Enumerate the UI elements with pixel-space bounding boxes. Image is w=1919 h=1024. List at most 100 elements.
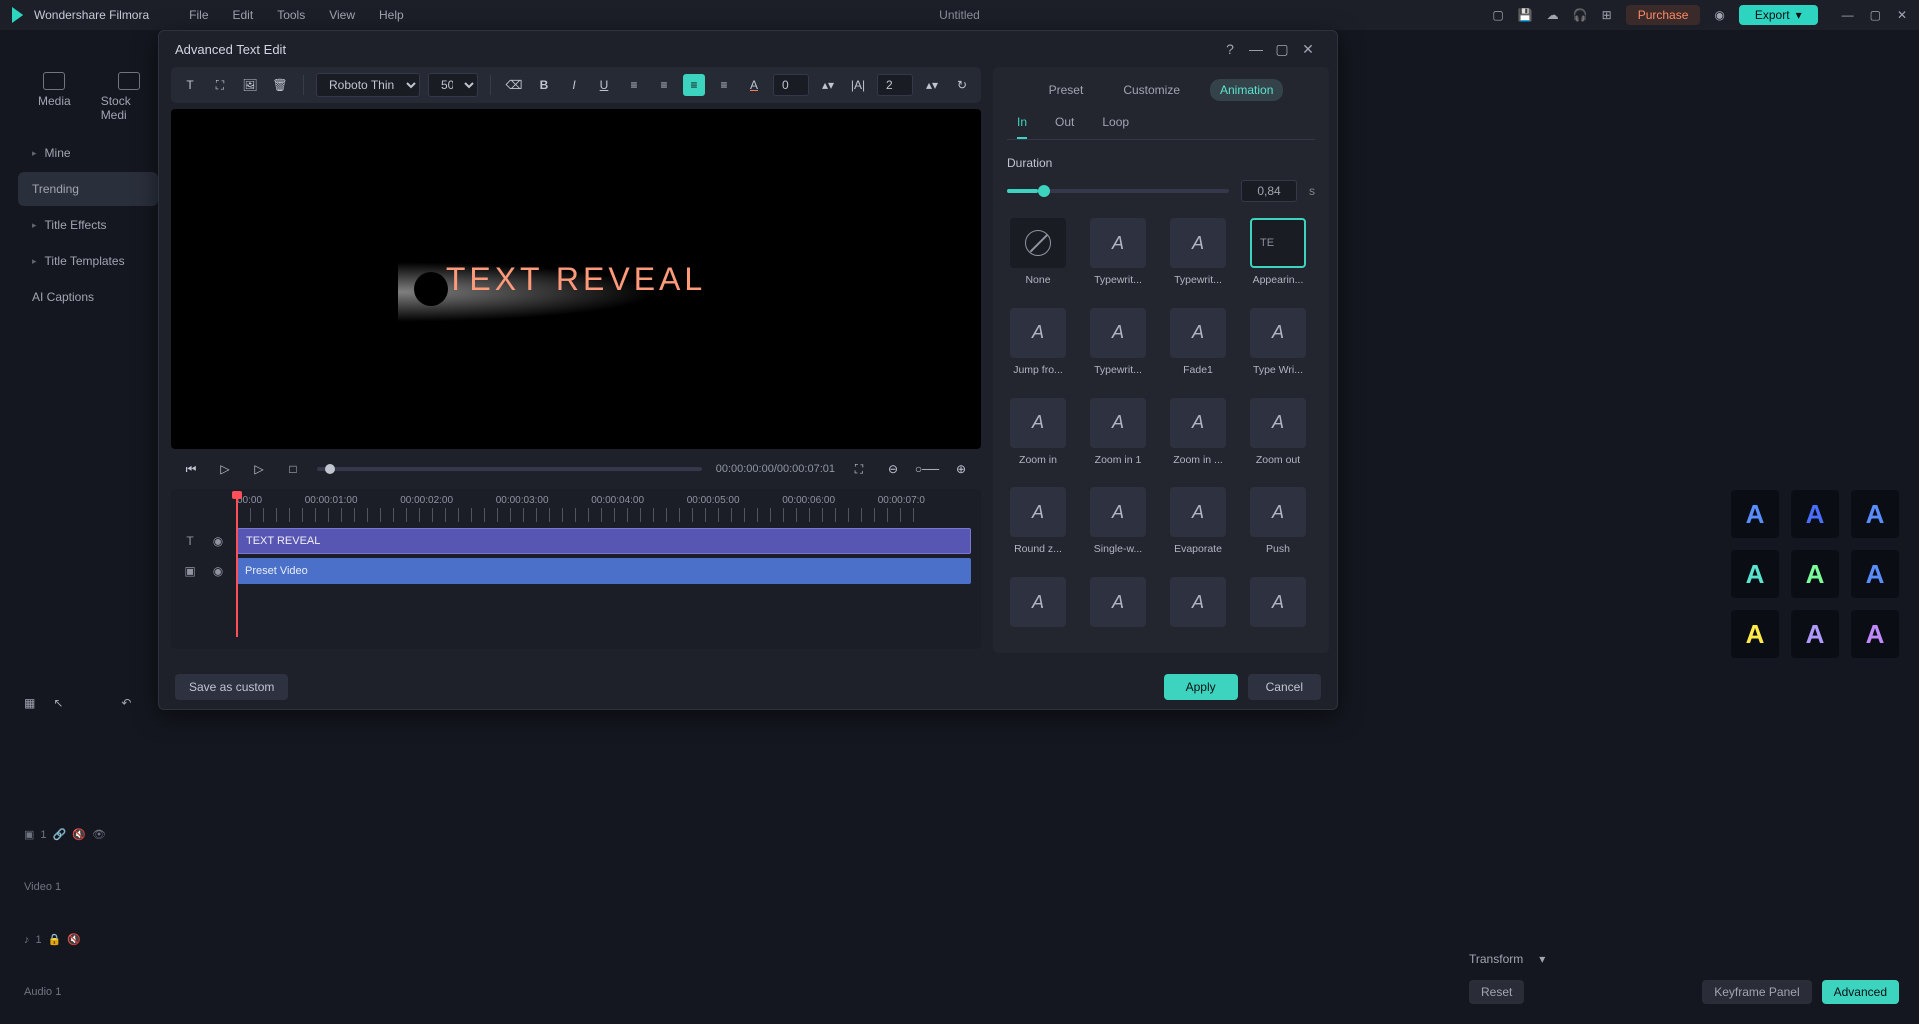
align-left-icon[interactable]: ≡ [623, 74, 645, 96]
italic-icon[interactable]: I [563, 74, 585, 96]
cursor-icon[interactable]: ↖ [53, 696, 63, 710]
tab-stock[interactable]: Stock Medi [101, 72, 158, 122]
refresh-icon[interactable]: ↻ [951, 74, 973, 96]
align-center-icon[interactable]: ≡ [653, 74, 675, 96]
eye-icon[interactable]: ◉ [209, 564, 227, 578]
tab-media[interactable]: Media [38, 72, 71, 122]
save-as-custom-button[interactable]: Save as custom [175, 674, 288, 700]
close-icon[interactable]: ✕ [1295, 41, 1321, 58]
reset-button[interactable]: Reset [1469, 980, 1524, 1004]
transform-row[interactable]: Transform ▾ [1469, 952, 1899, 966]
animation-preset[interactable]: ARound z... [1007, 487, 1069, 563]
align-justify-icon[interactable]: ≡ [713, 74, 735, 96]
cancel-button[interactable]: Cancel [1248, 674, 1321, 700]
font-size-select[interactable]: 50 [428, 73, 478, 97]
animation-preset[interactable]: AFade1 [1167, 308, 1229, 384]
scrub-bar[interactable] [317, 467, 702, 471]
tab-preset[interactable]: Preset [1039, 79, 1094, 101]
line-stepper-icon[interactable]: ▴▾ [921, 74, 943, 96]
animation-preset[interactable]: None [1007, 218, 1069, 294]
fit-icon[interactable]: ⛶ [849, 459, 869, 479]
save-icon[interactable]: 💾 [1518, 8, 1533, 22]
export-button[interactable]: Export ▾ [1739, 5, 1818, 25]
underline-icon[interactable]: U [593, 74, 615, 96]
cloud-icon[interactable]: ☁ [1547, 8, 1559, 22]
style-preset[interactable]: A [1791, 490, 1839, 538]
undo-icon[interactable]: ↶ [121, 696, 131, 710]
duration-slider[interactable] [1007, 189, 1229, 193]
animation-preset[interactable]: A [1247, 577, 1309, 641]
sidebar-item-mine[interactable]: ▸Mine [18, 136, 158, 170]
stop-icon[interactable]: □ [283, 459, 303, 479]
line-height-input[interactable] [877, 74, 913, 96]
menu-view[interactable]: View [329, 8, 355, 22]
minimize-icon[interactable]: — [1842, 8, 1854, 22]
letter-spacing-input[interactable] [773, 74, 809, 96]
apply-button[interactable]: Apply [1164, 674, 1238, 700]
purchase-button[interactable]: Purchase [1626, 5, 1701, 25]
scrub-knob[interactable] [325, 464, 335, 474]
animation-preset[interactable]: A [1007, 577, 1069, 641]
zoom-in-icon[interactable]: ⊕ [951, 459, 971, 479]
animation-preset[interactable]: TEAppearin... [1247, 218, 1309, 294]
style-preset[interactable]: A [1851, 490, 1899, 538]
next-frame-icon[interactable]: ▷ [249, 459, 269, 479]
subtab-in[interactable]: In [1017, 115, 1027, 139]
animation-preset[interactable]: AZoom out [1247, 398, 1309, 474]
zoom-out-icon[interactable]: ⊖ [883, 459, 903, 479]
style-preset[interactable]: A [1791, 610, 1839, 658]
zoom-slider[interactable]: ○── [917, 459, 937, 479]
keyframe-button[interactable]: Keyframe Panel [1702, 980, 1811, 1004]
eye-icon[interactable]: 👁 [92, 828, 106, 841]
text-clip[interactable]: TEXT REVEAL [237, 528, 971, 554]
align-right-icon[interactable]: ≡ [683, 74, 705, 96]
help-icon[interactable]: ? [1217, 41, 1243, 57]
style-preset[interactable]: A [1731, 490, 1779, 538]
advanced-button[interactable]: Advanced [1822, 980, 1899, 1004]
sidebar-item-effects[interactable]: ▸Title Effects [18, 208, 158, 242]
animation-preset[interactable]: AType Wri... [1247, 308, 1309, 384]
menu-help[interactable]: Help [379, 8, 404, 22]
subtab-loop[interactable]: Loop [1102, 115, 1129, 139]
animation-preset[interactable]: ATypewrit... [1167, 218, 1229, 294]
transform-tool-icon[interactable]: ⛶ [209, 74, 231, 96]
menu-tools[interactable]: Tools [277, 8, 305, 22]
menu-file[interactable]: File [189, 8, 208, 22]
close-icon[interactable]: ✕ [1897, 8, 1907, 22]
mute-icon[interactable]: 🔇 [72, 828, 86, 841]
menu-edit[interactable]: Edit [233, 8, 254, 22]
link-icon[interactable]: 🔗 [53, 828, 67, 841]
sidebar-item-templates[interactable]: ▸Title Templates [18, 244, 158, 278]
animation-preset[interactable]: AJump fro... [1007, 308, 1069, 384]
style-preset[interactable]: A [1791, 550, 1839, 598]
animation-preset[interactable]: AEvaporate [1167, 487, 1229, 563]
grid-icon[interactable]: ▦ [24, 696, 35, 710]
text-color-icon[interactable]: A [743, 74, 765, 96]
eye-icon[interactable]: ◉ [209, 534, 227, 548]
maximize-icon[interactable]: ▢ [1269, 41, 1295, 58]
delete-icon[interactable]: 🗑 [269, 74, 291, 96]
lock-icon[interactable]: 🔒 [48, 933, 62, 946]
avatar-icon[interactable]: ◉ [1714, 8, 1724, 22]
preview-canvas[interactable]: TEXT REVEAL [171, 109, 981, 449]
slider-knob[interactable] [1038, 185, 1050, 197]
animation-preset[interactable]: ATypewrit... [1087, 308, 1149, 384]
layout-icon[interactable]: ▢ [1492, 8, 1503, 22]
tab-customize[interactable]: Customize [1113, 79, 1190, 101]
animation-preset[interactable]: AZoom in ... [1167, 398, 1229, 474]
mute-icon[interactable]: 🔇 [67, 933, 81, 946]
sidebar-item-captions[interactable]: AI Captions [18, 280, 158, 314]
play-icon[interactable]: ▷ [215, 459, 235, 479]
animation-preset[interactable]: AZoom in 1 [1087, 398, 1149, 474]
apps-icon[interactable]: ⊞ [1602, 8, 1612, 22]
tab-animation[interactable]: Animation [1210, 79, 1283, 101]
style-preset[interactable]: A [1731, 550, 1779, 598]
spacing-stepper-icon[interactable]: ▴▾ [817, 74, 839, 96]
style-preset[interactable]: A [1851, 610, 1899, 658]
clear-format-icon[interactable]: ⌫ [503, 74, 525, 96]
text-tool-icon[interactable]: T [179, 74, 201, 96]
video-clip[interactable]: Preset Video [237, 558, 971, 584]
line-height-icon[interactable]: |A| [847, 74, 869, 96]
animation-preset[interactable]: ATypewrit... [1087, 218, 1149, 294]
animation-preset[interactable]: A [1087, 577, 1149, 641]
